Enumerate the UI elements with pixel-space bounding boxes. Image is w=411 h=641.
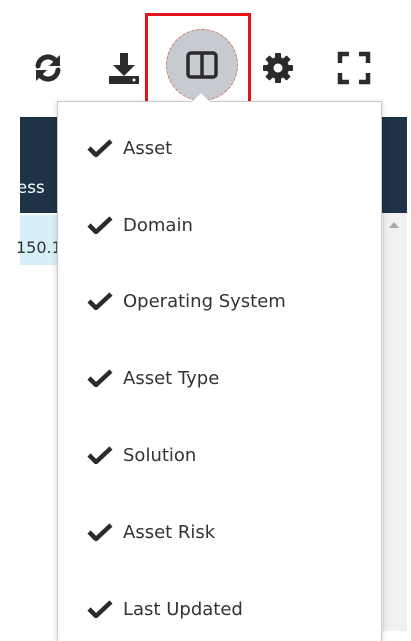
menu-item-domain[interactable]: Domain <box>58 205 381 245</box>
menu-item-label: Operating System <box>123 290 286 312</box>
column-header-fragment: ress <box>10 178 45 198</box>
menu-item-label: Domain <box>123 214 193 236</box>
menu-item-label: Asset Type <box>123 367 220 389</box>
toolbar <box>0 0 411 113</box>
menu-item-label: Last Updated <box>123 598 243 620</box>
checkmark-icon <box>87 292 113 310</box>
scroll-up-arrow-icon[interactable] <box>389 222 399 228</box>
fullscreen-icon <box>337 51 371 85</box>
menu-item-label: Asset <box>123 137 173 159</box>
settings-button[interactable] <box>260 50 296 86</box>
checkmark-icon <box>87 600 113 618</box>
page-right-margin <box>407 117 411 631</box>
checkmark-icon <box>87 523 113 541</box>
columns-icon <box>186 51 218 79</box>
gear-icon <box>263 53 293 83</box>
checkmark-icon <box>87 446 113 464</box>
menu-item-label: Solution <box>123 444 197 466</box>
checkmark-icon <box>87 216 113 234</box>
table-cell-fragment: 150.1 <box>16 238 62 257</box>
columns-button[interactable] <box>166 29 238 101</box>
menu-item-asset-risk[interactable]: Asset Risk <box>58 512 381 552</box>
download-icon <box>109 53 139 84</box>
menu-item-asset[interactable]: Asset <box>58 128 381 168</box>
menu-item-last-updated[interactable]: Last Updated <box>58 589 381 629</box>
menu-item-label: Asset Risk <box>123 521 216 543</box>
fullscreen-button[interactable] <box>336 50 372 86</box>
menu-item-operating-system[interactable]: Operating System <box>58 281 381 321</box>
menu-item-solution[interactable]: Solution <box>58 435 381 475</box>
table-scrollbar[interactable] <box>383 213 408 631</box>
checkmark-icon <box>87 369 113 387</box>
refresh-icon <box>35 54 61 82</box>
column-chooser-menu: Asset Domain Operating System Asset Type… <box>57 92 382 641</box>
menu-item-asset-type[interactable]: Asset Type <box>58 358 381 398</box>
checkmark-icon <box>87 139 113 157</box>
refresh-button[interactable] <box>30 50 66 86</box>
download-button[interactable] <box>104 48 144 88</box>
